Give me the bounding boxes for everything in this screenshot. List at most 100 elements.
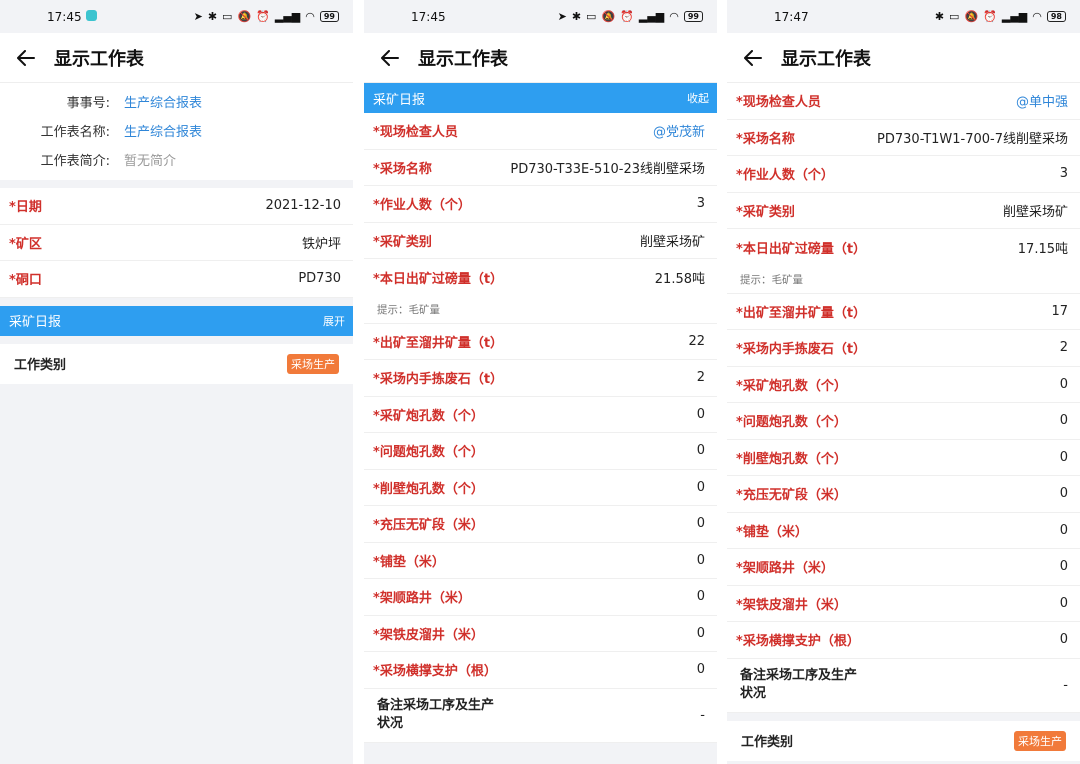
info-key: 事事号: xyxy=(66,96,110,111)
field-row[interactable]: 架顺路井（米） 0 xyxy=(364,579,717,616)
field-label: 采场内手拣废石（t） xyxy=(373,368,503,387)
wifi-icon: ◠ xyxy=(1032,10,1042,23)
field-row[interactable]: 充压无矿段（米） 0 xyxy=(364,506,717,543)
divider xyxy=(0,180,353,188)
field-hint: 提示：毛矿量 xyxy=(727,265,1080,294)
field-label: 充压无矿段（米） xyxy=(736,484,847,503)
bluetooth-icon: ✱ xyxy=(207,10,218,23)
field-row[interactable]: 架铁皮溜井（米） 0 xyxy=(364,615,717,652)
field-value: 0 xyxy=(696,552,705,568)
field-row[interactable]: 采场横撑支护（根） 0 xyxy=(727,622,1080,659)
field-label: 采场名称 xyxy=(373,158,432,177)
status-bar: 17:45 ➤ ✱ ▭ 🔕 ⏰ ▂▄▆ ◠ 99 xyxy=(0,0,353,33)
field-label: 作业人数（个） xyxy=(373,194,471,213)
field-row[interactable]: 采场名称 PD730-T33E-510-23线削壁采场 xyxy=(364,149,717,186)
field-row[interactable]: 作业人数（个） 3 xyxy=(364,186,717,223)
status-bar: 17:45 ➤ ✱ ▭ 🔕 ⏰ ▂▄▆ ◠ 99 xyxy=(364,0,717,33)
field-value: 17.15吨 xyxy=(1017,241,1068,257)
field-row-district[interactable]: 矿区 铁炉坪 xyxy=(0,224,353,261)
field-row[interactable]: 削壁炮孔数（个） 0 xyxy=(364,469,717,506)
field-value: 0 xyxy=(696,625,705,641)
remark-row[interactable]: 备注采场工序及生产状况 - xyxy=(727,658,1080,713)
field-label: 架顺路井（米） xyxy=(736,557,834,576)
field-row[interactable]: 采矿类别 削壁采场矿 xyxy=(364,222,717,259)
field-label: 削壁炮孔数（个） xyxy=(373,478,484,497)
field-label: 现场检查人员 xyxy=(373,121,458,140)
field-value: 2021-12-10 xyxy=(265,198,341,214)
work-type-row: 工作类别 采场生产 xyxy=(727,720,1080,761)
section-header[interactable]: 采矿日报 展开 xyxy=(0,305,353,336)
wifi-icon: ◠ xyxy=(305,10,315,23)
field-row-date[interactable]: 日期 2021-12-10 xyxy=(0,188,353,225)
alarm-icon: ⏰ xyxy=(983,10,997,23)
field-row[interactable]: 采场内手拣废石（t） 2 xyxy=(364,360,717,397)
field-row[interactable]: 出矿至溜井矿量（t） 17 xyxy=(727,293,1080,330)
bluetooth-icon: ✱ xyxy=(934,10,945,23)
field-row[interactable]: 采矿类别 削壁采场矿 xyxy=(727,192,1080,229)
back-arrow-icon[interactable] xyxy=(14,46,38,70)
section-title: 采矿日报 xyxy=(9,315,62,330)
field-row[interactable]: 铺垫（米） 0 xyxy=(727,512,1080,549)
field-value: 削壁采场矿 xyxy=(1002,204,1068,220)
field-row[interactable]: 本日出矿过磅量（t） 17.15吨 xyxy=(727,229,1080,266)
field-row[interactable]: 采矿炮孔数（个） 0 xyxy=(727,366,1080,403)
back-arrow-icon[interactable] xyxy=(378,46,402,70)
field-value: 2 xyxy=(696,370,705,386)
field-row[interactable]: 削壁炮孔数（个） 0 xyxy=(727,439,1080,476)
field-row[interactable]: 采场横撑支护（根） 0 xyxy=(364,652,717,689)
section-title: 采矿日报 xyxy=(373,92,426,108)
inspector-mention[interactable]: @党茂新 xyxy=(653,121,705,140)
field-row-inspector[interactable]: 现场检查人员 @党茂新 xyxy=(364,113,717,150)
field-row[interactable]: 本日出矿过磅量（t） 21.58吨 xyxy=(364,259,717,296)
info-value[interactable]: 生产综合报表 xyxy=(124,92,202,111)
field-value: 铁炉坪 xyxy=(301,236,341,252)
field-label: 铺垫（米） xyxy=(373,551,445,570)
field-row[interactable]: 采场名称 PD730-T1W1-700-7线削壁采场 xyxy=(727,119,1080,156)
section-header[interactable]: 采矿日报 收起 xyxy=(364,83,717,113)
battery-icon: 98 xyxy=(1046,11,1066,22)
status-bar: 17:47 ✱ ▭ 🔕 ⏰ ▂▄▆ ◠ 98 xyxy=(727,0,1080,33)
expand-button[interactable]: 展开 xyxy=(323,313,345,329)
status-time: 17:45 xyxy=(411,9,446,24)
field-row[interactable]: 作业人数（个） 3 xyxy=(727,156,1080,193)
field-row[interactable]: 架顺路井（米） 0 xyxy=(727,549,1080,586)
field-label: 采矿炮孔数（个） xyxy=(373,405,484,424)
mute-icon: 🔕 xyxy=(601,10,616,23)
collapse-button[interactable]: 收起 xyxy=(687,90,709,106)
signal-icon: ▂▄▆ xyxy=(638,10,665,23)
inspector-mention[interactable]: @单中强 xyxy=(1016,91,1068,110)
field-value: 21.58吨 xyxy=(654,271,705,287)
notification-icon xyxy=(85,10,97,21)
field-row[interactable]: 问题炮孔数（个） 0 xyxy=(364,433,717,470)
field-value: 3 xyxy=(696,196,705,212)
phone-screen-1: 17:45 ➤ ✱ ▭ 🔕 ⏰ ▂▄▆ ◠ 99 显示工作表 事事号: 生产综合… xyxy=(0,0,353,764)
field-row-inspector[interactable]: 现场检查人员 @单中强 xyxy=(727,83,1080,120)
field-row[interactable]: 采场内手拣废石（t） 2 xyxy=(727,330,1080,367)
field-label: 作业人数（个） xyxy=(736,164,834,183)
field-label: 架顺路井（米） xyxy=(373,587,471,606)
field-label: 采场横撑支护（根） xyxy=(373,660,497,679)
field-value: 0 xyxy=(1059,449,1068,465)
mute-icon: 🔕 xyxy=(964,10,979,23)
field-value: 0 xyxy=(696,516,705,532)
field-row[interactable]: 出矿至溜井矿量（t） 22 xyxy=(364,323,717,360)
field-label: 问题炮孔数（个） xyxy=(736,411,847,430)
app-bar: 显示工作表 xyxy=(364,33,717,83)
field-label: 采场名称 xyxy=(736,128,795,147)
field-row-adit[interactable]: 硐口 PD730 xyxy=(0,261,353,298)
info-key: 工作表简介: xyxy=(40,154,110,169)
field-value: 0 xyxy=(1059,376,1068,392)
field-row[interactable]: 充压无矿段（米） 0 xyxy=(727,476,1080,513)
field-row[interactable]: 铺垫（米） 0 xyxy=(364,542,717,579)
field-row[interactable]: 问题炮孔数（个） 0 xyxy=(727,403,1080,440)
remark-row[interactable]: 备注采场工序及生产状况 - xyxy=(364,688,717,743)
field-row[interactable]: 架铁皮溜井（米） 0 xyxy=(727,585,1080,622)
status-icons: ✱ ▭ 🔕 ⏰ ▂▄▆ ◠ 98 xyxy=(935,10,1066,23)
info-value[interactable]: 生产综合报表 xyxy=(124,121,202,140)
divider xyxy=(0,335,353,344)
back-arrow-icon[interactable] xyxy=(741,46,765,70)
info-value: 暂无简介 xyxy=(124,154,177,169)
field-row[interactable]: 采矿炮孔数（个） 0 xyxy=(364,396,717,433)
field-label: 铺垫（米） xyxy=(736,521,808,540)
alarm-icon: ⏰ xyxy=(256,10,270,23)
